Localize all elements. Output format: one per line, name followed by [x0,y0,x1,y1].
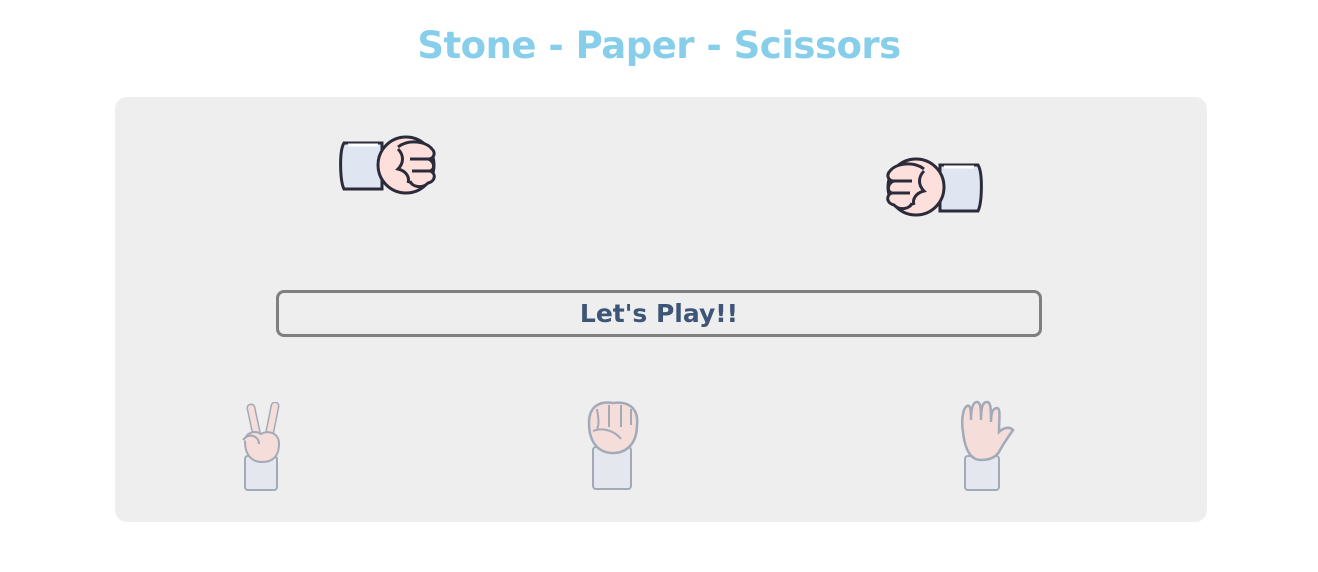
lets-play-button[interactable]: Let's Play!! [276,290,1042,337]
stone-choice-icon[interactable] [585,399,641,497]
scissors-choice-icon[interactable] [237,401,287,496]
player-fist-icon [338,135,440,197]
game-board: Let's Play!! [115,97,1207,522]
computer-fist-icon [882,157,984,219]
game-title: Stone - Paper - Scissors [417,24,901,67]
paper-choice-icon[interactable] [957,400,1019,496]
